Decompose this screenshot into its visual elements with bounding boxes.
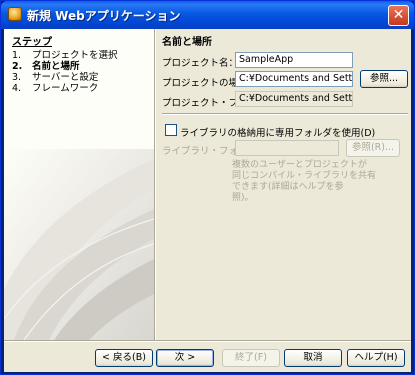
steps-panel: ステップ 1. プロジェクトを選択 2. 名前と場所 3. サーバーと設定 4. フレー… xyxy=(4,29,154,340)
back-button[interactable]: < 戻る(B) xyxy=(95,349,153,367)
library-checkbox-label[interactable]: ライブラリの格納用に専用フォルダを使用(D) xyxy=(180,125,375,139)
step-label: プロジェクトを選択 xyxy=(32,50,118,61)
step-number: 3. xyxy=(12,72,22,83)
cancel-button[interactable]: 取消 xyxy=(284,349,342,367)
step-item: 3. サーバーと設定 xyxy=(12,72,118,83)
button-separator xyxy=(4,340,411,342)
wizard-window: 新規 Webアプリケーション ✕ ステップ 1. プロジェクトを選択 2. 名前… xyxy=(0,0,415,375)
separator xyxy=(162,113,408,115)
app-icon xyxy=(8,7,22,21)
window-title: 新規 Webアプリケーション xyxy=(27,9,181,23)
step-label: サーバーと設定 xyxy=(32,72,99,83)
project-name-field[interactable]: SampleApp xyxy=(235,52,353,68)
help-button[interactable]: ヘルプ(H) xyxy=(347,349,405,367)
content-panel: 名前と場所 プロジェクト名： SampleApp プロジェクトの場所: C:¥D… xyxy=(156,29,411,340)
steps-list: 1. プロジェクトを選択 2. 名前と場所 3. サーバーと設定 4. フレームワーク xyxy=(12,50,118,94)
title-bar[interactable]: 新規 Webアプリケーション ✕ xyxy=(1,1,414,29)
help-note: 複数のユーザーとプロジェクトが 同じコンパイル・ライブラリを共有 できます(詳細… xyxy=(232,160,376,204)
note-line: 複数のユーザーとプロジェクトが xyxy=(232,160,367,170)
note-line: できます(詳細はヘルプを参 xyxy=(232,182,344,192)
step-number: 1. xyxy=(12,50,22,61)
section-title: 名前と場所 xyxy=(162,37,212,48)
decorative-graphic xyxy=(4,149,154,340)
step-number: 2. xyxy=(12,61,23,72)
project-location-field[interactable]: C:¥Documents and Settings¥r xyxy=(235,71,353,87)
step-label: フレームワーク xyxy=(32,83,99,94)
step-item: 1. プロジェクトを選択 xyxy=(12,50,118,61)
library-folder-field xyxy=(235,140,339,156)
library-folder-checkbox[interactable] xyxy=(165,124,177,136)
steps-heading: ステップ xyxy=(12,37,52,48)
project-name-label: プロジェクト名： xyxy=(162,58,239,69)
step-number: 4. xyxy=(12,83,22,94)
browse-button[interactable]: 参照... xyxy=(360,70,408,88)
library-browse-button[interactable]: 参照(R)... xyxy=(346,139,400,157)
step-label: 名前と場所 xyxy=(32,61,80,72)
note-line: 同じコンパイル・ライブラリを共有 xyxy=(232,171,377,181)
finish-button[interactable]: 終了(F) xyxy=(222,349,280,367)
next-button[interactable]: 次 > xyxy=(156,349,214,367)
dialog-body: ステップ 1. プロジェクトを選択 2. 名前と場所 3. サーバーと設定 4. フレー… xyxy=(4,29,411,372)
close-button[interactable]: ✕ xyxy=(388,5,409,26)
note-line: 照)。 xyxy=(232,193,254,203)
step-item-current: 2. 名前と場所 xyxy=(12,61,118,72)
project-folder-field: C:¥Documents and Settings¥r xyxy=(235,91,353,107)
step-item: 4. フレームワーク xyxy=(12,83,118,94)
